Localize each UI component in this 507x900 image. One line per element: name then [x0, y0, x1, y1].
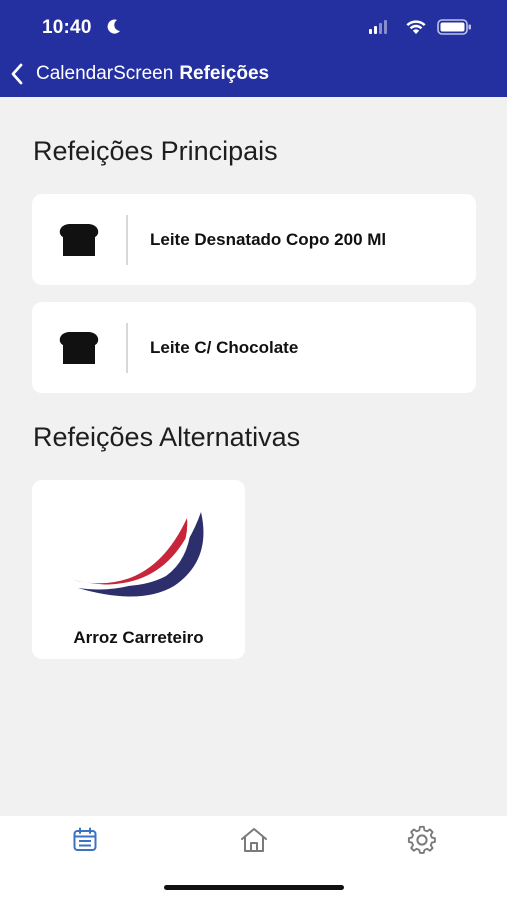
home-indicator — [164, 885, 344, 890]
bread-icon — [32, 223, 126, 257]
bread-icon — [32, 331, 126, 365]
status-time: 10:40 — [42, 17, 92, 38]
alt-meals-heading: Refeições Alternativas — [33, 422, 301, 452]
alt-meal-label: Arroz Carreteiro — [73, 628, 204, 647]
meal-card[interactable]: Leite C/ Chocolate — [32, 302, 476, 393]
page-title: Refeições — [179, 63, 270, 84]
alt-meal-tile[interactable]: Arroz Carreteiro — [32, 480, 245, 659]
home-icon — [241, 828, 267, 852]
tab-calendar[interactable] — [55, 820, 115, 860]
cellular-signal-icon — [369, 20, 387, 34]
battery-icon — [437, 19, 471, 35]
back-chevron-icon[interactable] — [10, 63, 32, 85]
app-header: 10:40 CalendarScreen Refeições — [0, 0, 507, 97]
divider — [126, 322, 128, 373]
navigation-bar: CalendarScreen Refeições — [10, 60, 269, 88]
back-button[interactable]: CalendarScreen — [36, 63, 173, 85]
gear-icon — [407, 825, 436, 854]
meal-label: Leite C/ Chocolate — [150, 337, 299, 357]
calendar-icon — [73, 827, 97, 851]
meal-label: Leite Desnatado Copo 200 Ml — [150, 229, 387, 249]
main-meals-heading: Refeições Principais — [33, 136, 278, 166]
meal-card[interactable]: Leite Desnatado Copo 200 Ml — [32, 194, 476, 285]
swoosh-logo — [72, 512, 204, 597]
tab-settings[interactable] — [392, 820, 452, 860]
moon-icon — [107, 19, 120, 34]
tab-home[interactable] — [224, 820, 284, 860]
wifi-icon — [406, 20, 426, 34]
divider — [126, 214, 128, 265]
